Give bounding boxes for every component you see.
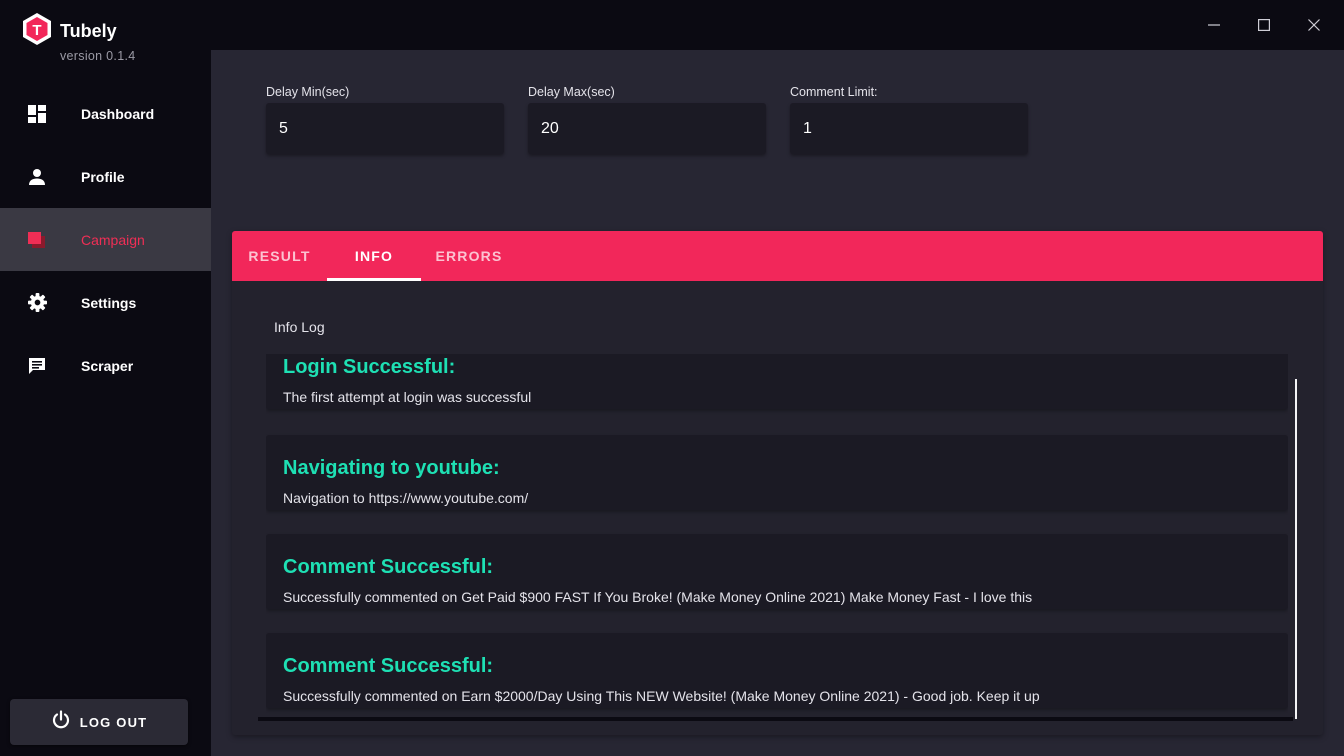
campaign-icon xyxy=(27,230,47,250)
brand: T Tubely version 0.1.4 xyxy=(20,12,200,68)
delay-max-input[interactable] xyxy=(528,103,766,154)
log-tabs: RESULT INFO ERRORS xyxy=(232,231,1323,281)
sidebar-item-label: Campaign xyxy=(81,231,145,248)
log-entry-message: Successfully commented on Get Paid $900 … xyxy=(283,589,1033,605)
tab-info[interactable]: INFO xyxy=(327,231,421,281)
close-icon xyxy=(1308,19,1320,31)
sidebar-item-label: Scraper xyxy=(81,357,134,374)
title-bar xyxy=(211,0,1344,50)
dashboard-icon xyxy=(27,104,47,124)
log-entry: Comment Successful: Successfully comment… xyxy=(266,633,1288,708)
delay-min-label: Delay Min(sec) xyxy=(266,85,350,99)
sidebar-nav: Dashboard Profile Campaign Settings Scra… xyxy=(0,82,211,397)
sidebar-item-settings[interactable]: Settings xyxy=(0,271,211,334)
logo-letter: T xyxy=(32,22,41,39)
sidebar-item-label: Profile xyxy=(81,168,125,185)
log-entry-message: Successfully commented on Earn $2000/Day… xyxy=(283,688,1040,704)
info-log-title: Info Log xyxy=(274,319,325,335)
delay-min-field: Delay Min(sec) xyxy=(266,85,504,154)
maximize-icon xyxy=(1258,19,1270,31)
log-card: RESULT INFO ERRORS Info Log Login Succes… xyxy=(232,231,1323,735)
log-entry: Comment Successful: Successfully comment… xyxy=(266,534,1288,609)
sidebar-item-profile[interactable]: Profile xyxy=(0,145,211,208)
sidebar-item-campaign[interactable]: Campaign xyxy=(0,208,211,271)
close-button[interactable] xyxy=(1299,10,1329,40)
log-entry-title: Comment Successful: xyxy=(283,556,494,578)
comment-limit-input[interactable] xyxy=(790,103,1028,154)
logout-label: LOG OUT xyxy=(79,714,148,730)
tubely-logo: T xyxy=(23,13,51,45)
horizontal-scrollbar[interactable] xyxy=(258,717,1293,721)
delay-max-label: Delay Max(sec) xyxy=(528,85,615,99)
active-tab-indicator xyxy=(327,278,421,281)
log-entry-message: The first attempt at login was successfu… xyxy=(283,389,532,405)
log-entry: Login Successful: The first attempt at l… xyxy=(266,354,1288,409)
sidebar-item-label: Dashboard xyxy=(81,105,155,122)
log-entry-message: Navigation to https://www.youtube.com/ xyxy=(283,490,529,506)
logout-button[interactable]: LOG OUT xyxy=(10,699,188,745)
log-entry: Navigating to youtube: Navigation to htt… xyxy=(266,435,1288,510)
minimize-button[interactable] xyxy=(1199,10,1229,40)
log-entry-title: Comment Successful: xyxy=(283,655,494,677)
power-icon xyxy=(51,709,71,735)
log-entry-title: Login Successful: xyxy=(283,356,456,378)
tab-errors[interactable]: ERRORS xyxy=(421,231,517,281)
delay-min-input[interactable] xyxy=(266,103,504,154)
tab-result[interactable]: RESULT xyxy=(232,231,327,281)
gear-icon xyxy=(27,293,47,313)
log-entry-title: Navigating to youtube: xyxy=(283,457,500,479)
app-name: Tubely xyxy=(60,21,117,41)
minimize-icon xyxy=(1208,24,1220,26)
comment-limit-label: Comment Limit: xyxy=(790,85,878,99)
info-log-list[interactable]: Login Successful: The first attempt at l… xyxy=(266,354,1288,719)
chat-icon xyxy=(27,356,47,376)
vertical-scrollbar[interactable] xyxy=(1295,379,1297,719)
app-version: version 0.1.4 xyxy=(60,49,136,63)
sidebar-item-scraper[interactable]: Scraper xyxy=(0,334,211,397)
sidebar: T Tubely version 0.1.4 Dashboard Profile… xyxy=(0,0,211,756)
sidebar-item-dashboard[interactable]: Dashboard xyxy=(0,82,211,145)
maximize-button[interactable] xyxy=(1249,10,1279,40)
delay-max-field: Delay Max(sec) xyxy=(528,85,766,154)
person-icon xyxy=(27,167,47,187)
sidebar-item-label: Settings xyxy=(81,294,137,311)
comment-limit-field: Comment Limit: xyxy=(790,85,1028,154)
